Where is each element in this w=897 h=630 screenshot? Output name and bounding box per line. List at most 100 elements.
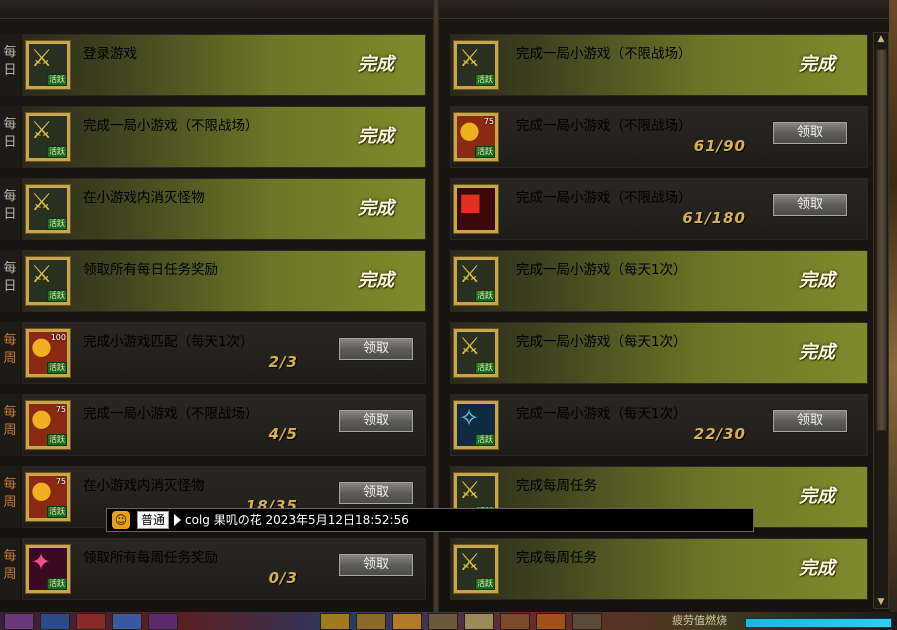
task-title: 登录游戏 <box>83 46 137 62</box>
chat-channel-label[interactable]: 普通 <box>137 511 170 529</box>
task-progress: 61/180 <box>682 209 746 227</box>
reward-amount: 100 <box>50 333 66 342</box>
task-progress: 0/3 <box>268 569 298 587</box>
task-complete-label: 完成 <box>799 54 835 75</box>
task-period-tag: 每 周 <box>0 394 20 456</box>
skill-slot[interactable] <box>4 613 34 630</box>
task-row: ⚔ 活跃 完成一局小游戏（每天1次） 完成 <box>450 322 870 384</box>
coin-event-icon[interactable]: ● 75 活跃 <box>453 112 499 162</box>
task-row: ✧ 活跃 完成一局小游戏（每天1次） 22/30 领取 <box>450 394 870 456</box>
right-edge-decoration <box>889 0 897 612</box>
task-complete-label: 完成 <box>358 198 394 219</box>
task-title: 完成每周任务 <box>516 478 597 494</box>
activity-badge: 活跃 <box>47 146 67 158</box>
task-period-tag: 每 日 <box>0 178 20 240</box>
activity-badge: 活跃 <box>475 578 495 590</box>
sword-event-icon[interactable]: ⚔ 活跃 <box>453 544 499 594</box>
sword-event-icon-glyph: ⚔ <box>31 44 53 72</box>
task-period-tag: 每 周 <box>0 538 20 600</box>
skill-slot[interactable] <box>40 613 70 630</box>
task-progress: 22/30 <box>693 425 746 443</box>
coin-event-icon-glyph: ● <box>459 116 480 144</box>
task-progress: 2/3 <box>268 353 298 371</box>
fatigue-burn-label[interactable]: 疲劳值燃烧 <box>672 614 727 628</box>
task-row: 每 日 ⚔ 活跃 登录游戏 完成 <box>0 34 430 96</box>
task-row: 每 日 ⚔ 活跃 领取所有每日任务奖励完成 <box>0 250 430 312</box>
window-top-strip <box>0 0 897 19</box>
coin-event-icon[interactable]: ● 100 活跃 <box>25 328 71 378</box>
task-title: 完成一局小游戏（不限战场） <box>516 46 692 62</box>
skill-slot[interactable] <box>392 613 422 630</box>
coin-event-icon-glyph: ● <box>31 476 52 504</box>
skill-slot[interactable] <box>148 613 178 630</box>
chat-message-bar[interactable]: ☺ 普通 colg 果叽の花 2023年5月12日18:52:56 <box>106 508 754 532</box>
claim-reward-button[interactable]: 领取 <box>338 481 414 505</box>
skill-slot[interactable] <box>500 613 530 630</box>
scroll-down-arrow-icon[interactable]: ▼ <box>874 596 888 608</box>
reward-amount: 75 <box>483 117 494 126</box>
sword-event-icon[interactable]: ⚔ 活跃 <box>453 40 499 90</box>
task-period-tag: 每 周 <box>0 466 20 528</box>
sword-event-icon[interactable]: ⚔ 活跃 <box>25 40 71 90</box>
chat-emote-icon[interactable]: ☺ <box>112 511 130 529</box>
crystal-event-icon-glyph: ✧ <box>459 404 480 432</box>
task-complete-label: 完成 <box>799 342 835 363</box>
task-row: ⚔ 活跃 完成一局小游戏（每天1次） 完成 <box>450 250 870 312</box>
claim-reward-button[interactable]: 领取 <box>772 409 848 433</box>
sword-event-icon[interactable]: ⚔ 活跃 <box>25 112 71 162</box>
task-row: ⚔ 活跃 完成每周任务完成 <box>450 538 870 600</box>
skill-slot[interactable] <box>464 613 494 630</box>
task-title: 完成一局小游戏（不限战场） <box>516 118 692 134</box>
task-period-tag: 每 日 <box>0 34 20 96</box>
sword-event-icon[interactable]: ⚔ 活跃 <box>453 328 499 378</box>
task-period-tag: 每 日 <box>0 250 20 312</box>
task-row: ■ 完成一局小游戏（不限战场） 61/180 领取 <box>450 178 870 240</box>
skill-slot[interactable] <box>112 613 142 630</box>
task-title: 领取所有每日任务奖励 <box>83 262 218 278</box>
skill-slot[interactable] <box>76 613 106 630</box>
sword-event-icon-glyph: ⚔ <box>31 116 53 144</box>
claim-reward-button[interactable]: 领取 <box>338 553 414 577</box>
sword-event-icon[interactable]: ⚔ 活跃 <box>453 256 499 306</box>
skill-slot[interactable] <box>536 613 566 630</box>
task-complete-label: 完成 <box>799 558 835 579</box>
task-row: ⚔ 活跃 完成一局小游戏（不限战场） 完成 <box>450 34 870 96</box>
coin-event-icon[interactable]: ● 75 活跃 <box>25 400 71 450</box>
skill-slot[interactable] <box>320 613 350 630</box>
crystal-event-icon[interactable]: ✧ 活跃 <box>453 400 499 450</box>
task-complete-label: 完成 <box>799 270 835 291</box>
skill-slot[interactable] <box>428 613 458 630</box>
skill-slot[interactable] <box>356 613 386 630</box>
task-row: 每 周 ● 100 活跃 完成小游戏匹配（每天1次） 2/3 领取 <box>0 322 430 384</box>
activity-badge: 活跃 <box>47 434 67 446</box>
gift-box-icon[interactable]: ■ <box>453 184 499 234</box>
task-title: 完成每周任务 <box>516 550 597 566</box>
skill-slot[interactable] <box>572 613 602 630</box>
task-title: 完成一局小游戏（每天1次） <box>516 334 687 350</box>
magic-event-icon[interactable]: ✦ 活跃 <box>25 544 71 594</box>
claim-reward-button[interactable]: 领取 <box>338 409 414 433</box>
task-title: 完成一局小游戏（不限战场） <box>83 118 259 134</box>
task-progress: 61/90 <box>693 137 746 155</box>
task-complete-label: 完成 <box>358 126 394 147</box>
task-title: 完成一局小游戏（不限战场） <box>83 406 259 422</box>
sword-event-icon[interactable]: ⚔ 活跃 <box>25 256 71 306</box>
task-title: 完成小游戏匹配（每天1次） <box>83 334 254 350</box>
coin-event-icon[interactable]: ● 75 活跃 <box>25 472 71 522</box>
sword-event-icon-glyph: ⚔ <box>31 260 53 288</box>
claim-reward-button[interactable]: 领取 <box>772 193 848 217</box>
task-complete-label: 完成 <box>358 270 394 291</box>
sword-event-icon[interactable]: ⚔ 活跃 <box>25 184 71 234</box>
task-title: 完成一局小游戏（每天1次） <box>516 262 687 278</box>
sword-event-icon-glyph: ⚔ <box>459 260 481 288</box>
task-row: 每 日 ⚔ 活跃 在小游戏内消灭怪物 完成 <box>0 178 430 240</box>
task-list-scrollbar[interactable]: ▲ ▼ <box>873 32 889 609</box>
claim-reward-button[interactable]: 领取 <box>772 121 848 145</box>
magic-event-icon-glyph: ✦ <box>31 548 52 576</box>
scroll-up-arrow-icon[interactable]: ▲ <box>874 33 888 45</box>
sword-event-icon-glyph: ⚔ <box>459 476 481 504</box>
scroll-thumb[interactable] <box>876 49 887 431</box>
claim-reward-button[interactable]: 领取 <box>338 337 414 361</box>
task-row: 每 日 ⚔ 活跃 完成一局小游戏（不限战场） 完成 <box>0 106 430 168</box>
task-period-tag: 每 日 <box>0 106 20 168</box>
